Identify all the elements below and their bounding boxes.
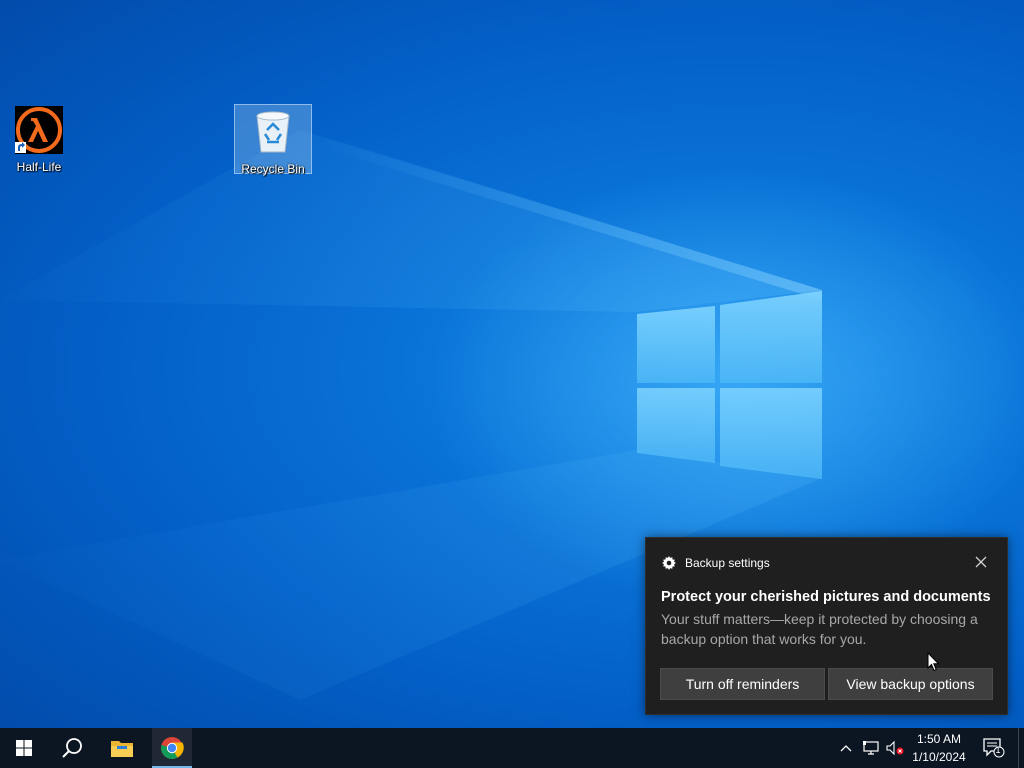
mouse-cursor-icon (927, 652, 940, 672)
taskbar: 1:50 AM 1/10/2024 1 (0, 728, 1024, 768)
notification-header: Backup settings (662, 556, 770, 570)
search-button[interactable] (48, 728, 96, 768)
show-desktop-button[interactable] (1018, 728, 1024, 768)
recycle-bin-icon (249, 108, 297, 156)
network-tray-button[interactable] (860, 728, 882, 768)
file-explorer-button[interactable] (98, 728, 146, 768)
backup-settings-notification[interactable]: Backup settings Protect your cherished p… (645, 537, 1008, 715)
action-center-button[interactable]: 1 (978, 728, 1010, 768)
start-button[interactable] (0, 728, 48, 768)
desktop-icon-label: Recycle Bin (241, 162, 305, 176)
notification-count-badge: 1 (995, 745, 1001, 755)
windows-logo-icon (16, 740, 32, 756)
clock-date: 1/10/2024 (912, 750, 966, 764)
close-icon[interactable] (973, 554, 989, 570)
show-hidden-icons-button[interactable] (836, 728, 856, 768)
folder-icon (111, 741, 133, 757)
gear-icon (662, 556, 676, 570)
notification-app-name: Backup settings (685, 556, 770, 570)
view-backup-options-button[interactable]: View backup options (828, 668, 993, 700)
notification-title: Protect your cherished pictures and docu… (661, 589, 991, 605)
turn-off-reminders-button[interactable]: Turn off reminders (660, 668, 825, 700)
desktop: Half-Life Recycle Bin Backup settings Pr… (0, 0, 1024, 768)
clock-time: 1:50 AM (916, 732, 962, 746)
chevron-up-icon (840, 745, 852, 752)
volume-muted-icon (886, 741, 904, 755)
desktop-icon-recycle-bin[interactable]: Recycle Bin (234, 104, 312, 176)
search-icon (62, 738, 82, 758)
desktop-icon-label: Half-Life (16, 160, 62, 174)
notification-body: Your stuff matters—keep it protected by … (661, 611, 978, 647)
chrome-taskbar-button[interactable] (152, 728, 192, 768)
chrome-icon (161, 737, 184, 759)
clock[interactable]: 1:50 AM 1/10/2024 (908, 728, 970, 768)
network-icon (863, 741, 879, 755)
desktop-icon-half-life[interactable]: Half-Life (1, 102, 77, 174)
volume-tray-button[interactable] (884, 728, 906, 768)
half-life-lambda-icon (15, 106, 63, 154)
